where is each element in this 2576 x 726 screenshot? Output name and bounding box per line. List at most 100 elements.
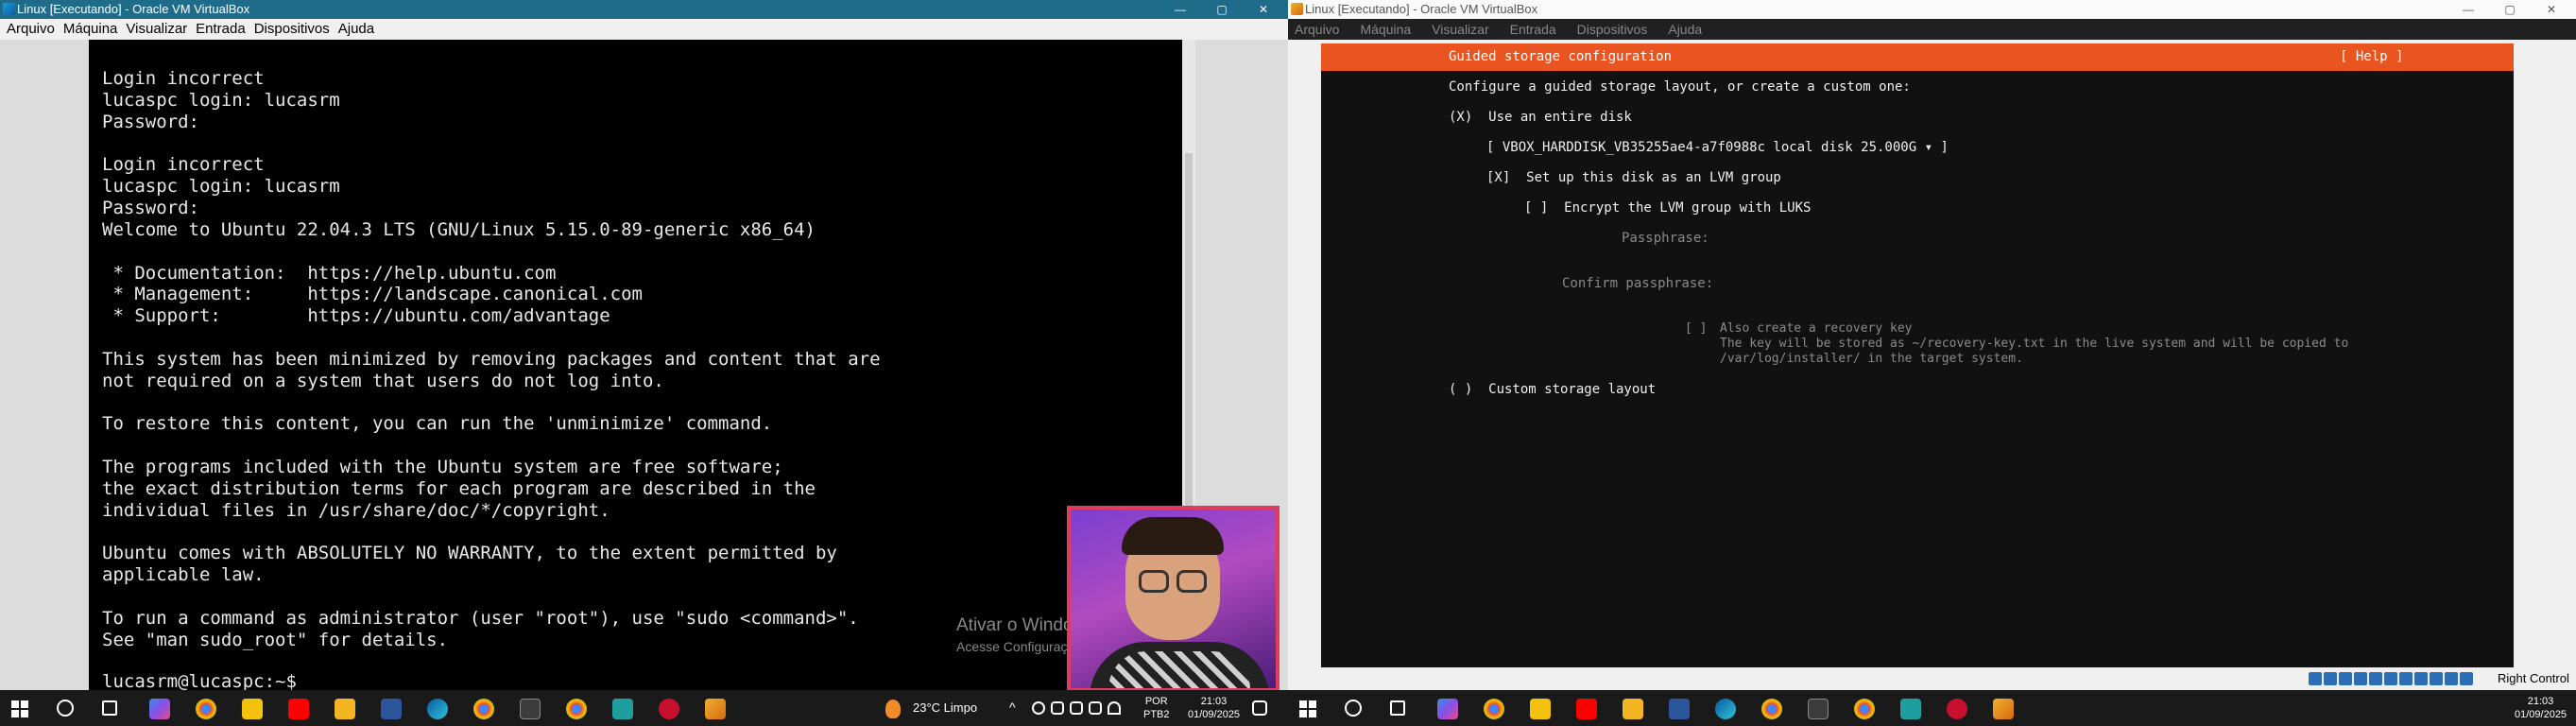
right-title-bar[interactable]: Linux [Executando] - Oracle VM VirtualBo… [1288,0,2576,19]
left-window-title: Linux [Executando] - Oracle VM VirtualBo… [17,2,250,16]
display-icon[interactable] [2399,672,2413,685]
use-entire-disk-radio[interactable]: (X) Use an entire disk [1449,110,1632,125]
file-explorer-icon[interactable] [1623,699,1643,719]
edge-icon[interactable] [1715,699,1736,719]
network-icon[interactable] [2354,672,2367,685]
chrome-icon[interactable] [473,699,494,719]
shared-folder-icon[interactable] [2384,672,2397,685]
keyboard-lang[interactable]: POR PTB2 [1143,695,1170,721]
windows-start-icon[interactable] [1299,700,1316,717]
left-monitor: Linux [Executando] - Oracle VM VirtualBo… [0,0,1288,726]
battery-icon[interactable] [1089,701,1102,715]
close-button[interactable]: ✕ [2531,0,2572,19]
word-icon[interactable] [381,699,402,719]
minimize-button[interactable]: — [2447,0,2489,19]
cpu-icon[interactable] [2430,672,2443,685]
menu-ajuda[interactable]: Ajuda [338,19,374,40]
menu-visualizar[interactable]: Visualizar [1432,19,1488,40]
terminal-line: Login incorrect [102,154,265,175]
file-explorer-icon[interactable] [335,699,355,719]
menu-arquivo[interactable]: Arquivo [7,19,55,40]
notes-icon[interactable] [242,699,263,719]
hdd-icon[interactable] [2309,672,2322,685]
windows-start-icon[interactable] [11,700,28,717]
lvm-checkbox[interactable]: [X] Set up this disk as an LVM group [1486,170,1781,185]
terminal-icon[interactable] [520,699,541,719]
terminal-line: lucaspc login: lucasrm [102,176,340,197]
youtube-icon[interactable] [288,699,309,719]
menu-maquina[interactable]: Máquina [63,19,118,40]
close-button[interactable]: ✕ [1243,0,1284,19]
notes-icon[interactable] [1530,699,1551,719]
left-title-bar[interactable]: Linux [Executando] - Oracle VM VirtualBo… [0,0,1288,19]
menu-arquivo[interactable]: Arquivo [1295,19,1339,40]
glasses-icon [1176,570,1207,593]
recording-icon[interactable] [2414,672,2428,685]
vm-scrollbar[interactable] [2514,43,2525,667]
task-view-icon[interactable] [1390,700,1405,716]
youtube-icon[interactable] [1576,699,1597,719]
sound-icon[interactable] [1051,701,1064,715]
help-button[interactable]: [ Help ] [2340,43,2403,71]
menu-dispositivos[interactable]: Dispositivos [254,19,330,40]
tray-chevron-icon[interactable]: ^ [1009,700,1016,715]
recorder-icon[interactable] [659,699,679,719]
clock[interactable]: 21:03 01/09/2025 [1188,695,1240,721]
audio-icon[interactable] [2339,672,2352,685]
notification-icon[interactable] [1252,700,1267,716]
terminal-icon[interactable] [1808,699,1829,719]
weather-text[interactable]: 23°C Limpo [913,700,977,715]
network-icon[interactable] [1032,701,1045,715]
chrome-icon[interactable] [1761,699,1782,719]
wifi-icon[interactable] [1108,701,1121,715]
app-icon[interactable] [1900,699,1921,719]
chrome-icon[interactable] [196,699,216,719]
recovery-key-checkbox[interactable]: [ ] [1685,321,1707,336]
mouse-icon[interactable] [2445,672,2458,685]
maximize-button[interactable]: ▢ [1201,0,1243,19]
chrome-icon[interactable] [566,699,587,719]
app-icon[interactable] [612,699,633,719]
menu-maquina[interactable]: Máquina [1360,19,1411,40]
terminal-console[interactable]: Login incorrect lucaspc login: lucasrm P… [89,40,1182,690]
clock[interactable]: 21:03 01/09/2025 [2515,695,2567,721]
left-taskbar: 23°C Limpo ^ POR PTB2 21:03 01/09/2025 [0,690,1288,726]
menu-dispositivos[interactable]: Dispositivos [1577,19,1648,40]
word-icon[interactable] [1669,699,1690,719]
menu-entrada[interactable]: Entrada [1510,19,1556,40]
virtualbox-icon[interactable] [705,699,726,719]
minimize-button[interactable]: — [1159,0,1201,19]
keyboard-icon[interactable] [2460,672,2473,685]
clock-date: 01/09/2025 [1188,709,1241,720]
edge-icon[interactable] [427,699,448,719]
usb-icon[interactable] [2369,672,2382,685]
menu-entrada[interactable]: Entrada [196,19,246,40]
terminal-line: Password: [102,112,199,132]
usb-icon[interactable] [1070,701,1083,715]
installer-display[interactable]: Guided storage configuration [ Help ] Co… [1321,43,2514,667]
recorder-icon[interactable] [1947,699,1967,719]
encrypt-luks-checkbox[interactable]: [ ] Encrypt the LVM group with LUKS [1524,200,1811,216]
chrome-icon[interactable] [1484,699,1504,719]
terminal-line: * Documentation: https://help.ubuntu.com [102,263,557,284]
installer-header: Guided storage configuration [ Help ] [1321,43,2514,71]
optical-drive-icon[interactable] [2324,672,2337,685]
custom-storage-radio[interactable]: ( ) Custom storage layout [1449,382,1656,397]
search-icon[interactable] [57,700,74,717]
weather-icon[interactable] [885,700,901,718]
disk-dropdown[interactable]: [ VBOX_HARDDISK_VB35255ae4-a7f0988c loca… [1486,140,1949,155]
chrome-icon[interactable] [1854,699,1875,719]
menu-ajuda[interactable]: Ajuda [1668,19,1702,40]
terminal-prompt[interactable]: lucasrm@lucaspc:~$ [102,671,297,690]
search-icon[interactable] [1345,700,1362,717]
vm-status-bar: Right Control [1288,667,2576,690]
clock-time: 21:03 [1200,696,1228,707]
task-view-icon[interactable] [102,700,117,716]
maximize-button[interactable]: ▢ [2489,0,2531,19]
scrollbar-thumb[interactable] [1185,153,1193,550]
virtualbox-icon[interactable] [1993,699,2014,719]
copilot-icon[interactable] [149,699,170,719]
menu-visualizar[interactable]: Visualizar [126,19,187,40]
terminal-line: The programs included with the Ubuntu sy… [102,457,783,477]
copilot-icon[interactable] [1437,699,1458,719]
